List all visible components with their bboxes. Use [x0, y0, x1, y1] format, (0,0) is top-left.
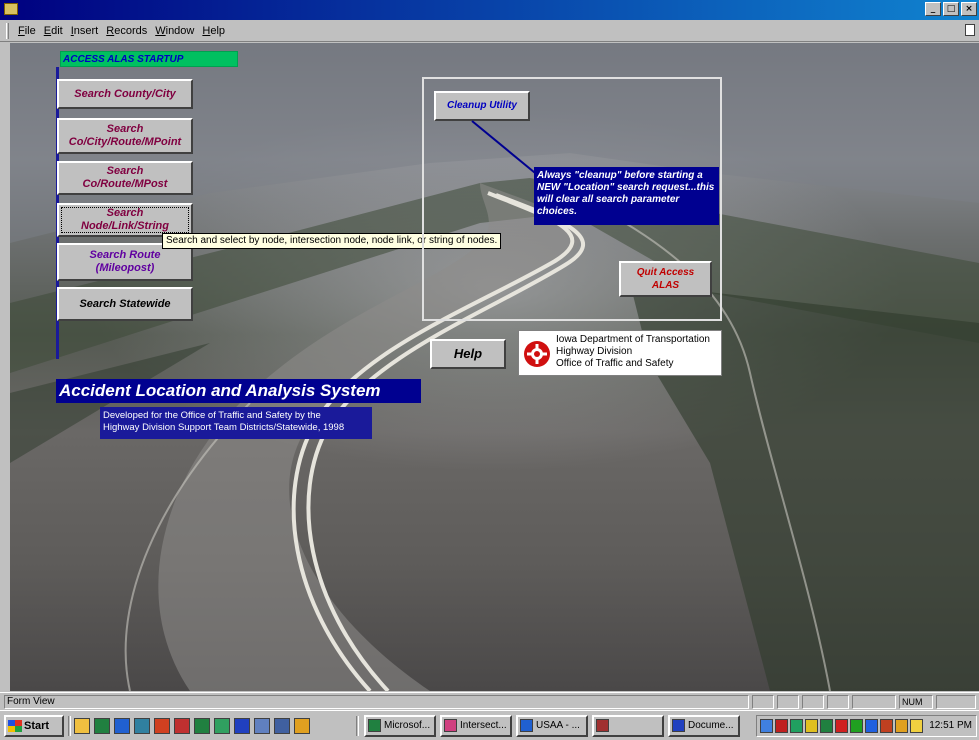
task-button-document[interactable]: Docume... [668, 715, 740, 737]
tray-icon[interactable] [865, 719, 878, 733]
app-title: Accident Location and Analysis System [56, 379, 421, 403]
ie-icon[interactable] [114, 718, 130, 734]
access-icon [596, 719, 609, 732]
tray-icon[interactable] [820, 719, 833, 733]
tray-icon[interactable] [835, 719, 848, 733]
tray-icon[interactable] [760, 719, 773, 733]
menu-edit[interactable]: Edit [40, 24, 67, 38]
menu-bar: File Edit Insert Records Window Help [0, 20, 979, 42]
agency-text: Iowa Department of Transportation Highwa… [556, 334, 710, 370]
status-cell [777, 695, 799, 709]
excel-icon[interactable] [194, 718, 210, 734]
quick-launch-icon[interactable] [174, 718, 190, 734]
word-icon [672, 719, 685, 732]
task-button-usaa[interactable]: USAA - ... [516, 715, 588, 737]
restore-button[interactable]: □ [943, 2, 959, 16]
quick-launch-icon[interactable] [294, 718, 310, 734]
minimize-button[interactable]: _ [925, 2, 941, 16]
quick-launch-icon[interactable] [254, 718, 270, 734]
start-label: Start [24, 720, 50, 732]
task-label: Microsof... [384, 720, 431, 731]
window-controls: _ □ × [925, 2, 977, 16]
tray-icon[interactable] [805, 719, 818, 733]
quit-access-alas-button[interactable]: Quit Access ALAS [619, 261, 712, 297]
task-label: Docume... [688, 720, 734, 731]
windows-flag-icon [8, 720, 22, 732]
button-line-1: Quit Access [636, 267, 695, 278]
close-button[interactable]: × [961, 2, 977, 16]
status-cell [802, 695, 824, 709]
task-label: Intersect... [460, 720, 507, 731]
menu-window[interactable]: Window [151, 24, 198, 38]
agency-box: Iowa Department of Transportation Highwa… [518, 330, 722, 376]
quick-launch-icon[interactable] [94, 718, 110, 734]
status-cell [827, 695, 849, 709]
menu-file[interactable]: File [14, 24, 40, 38]
agency-line-3: Office of Traffic and Safety [556, 358, 674, 369]
status-text: Form View [4, 695, 749, 709]
menu-insert[interactable]: Insert [67, 24, 103, 38]
iowa-dot-logo-icon [524, 341, 550, 367]
status-cell [852, 695, 896, 709]
excel-icon [368, 719, 381, 732]
quick-launch-icon[interactable] [274, 718, 290, 734]
menu-records[interactable]: Records [102, 24, 151, 38]
taskbar-separator [68, 716, 71, 736]
agency-line-2: Highway Division [556, 346, 633, 357]
quick-launch-icon[interactable] [134, 718, 150, 734]
tray-icon[interactable] [790, 719, 803, 733]
start-button[interactable]: Start [4, 715, 64, 737]
startup-form: ACCESS ALAS STARTUP Search County/City S… [10, 43, 979, 691]
cleanup-note: Always "cleanup" before starting a NEW "… [534, 167, 719, 225]
task-button-access[interactable] [592, 715, 664, 737]
menu-help[interactable]: Help [198, 24, 229, 38]
app-icon [444, 719, 457, 732]
app-subtitle: Developed for the Office of Traffic and … [100, 407, 372, 439]
agency-line-1: Iowa Department of Transportation [556, 334, 710, 345]
app-icon[interactable] [4, 3, 18, 15]
word-icon[interactable] [234, 718, 250, 734]
subtitle-line-2: Highway Division Support Team Districts/… [103, 422, 345, 433]
quick-launch [74, 718, 310, 734]
task-label: USAA - ... [536, 720, 580, 731]
taskbar: Start Microsof... Intersect... USAA - ..… [0, 710, 979, 740]
button-line-2: ALAS [651, 280, 680, 291]
tray-icon[interactable] [880, 719, 893, 733]
tray-icon[interactable] [775, 719, 788, 733]
tray-icon[interactable] [910, 719, 923, 733]
task-button-intersect[interactable]: Intersect... [440, 715, 512, 737]
quick-launch-icon[interactable] [154, 718, 170, 734]
status-cell [752, 695, 774, 709]
system-tray: 12:51 PM [756, 715, 977, 737]
clock[interactable]: 12:51 PM [929, 719, 972, 733]
document-icon[interactable] [965, 24, 975, 36]
num-lock-indicator: NUM [899, 695, 933, 709]
subtitle-line-1: Developed for the Office of Traffic and … [103, 410, 321, 421]
title-bar: _ □ × [0, 0, 979, 20]
taskbar-separator [356, 716, 359, 736]
status-cell [936, 695, 976, 709]
ie-icon [520, 719, 533, 732]
tray-icon[interactable] [895, 719, 908, 733]
quick-launch-icon[interactable] [214, 718, 230, 734]
menu-grip[interactable] [6, 23, 9, 39]
task-button-excel[interactable]: Microsof... [364, 715, 436, 737]
status-bar: Form View NUM [0, 692, 979, 710]
quick-launch-icon[interactable] [74, 718, 90, 734]
help-button[interactable]: Help [430, 339, 506, 369]
tray-icon[interactable] [850, 719, 863, 733]
